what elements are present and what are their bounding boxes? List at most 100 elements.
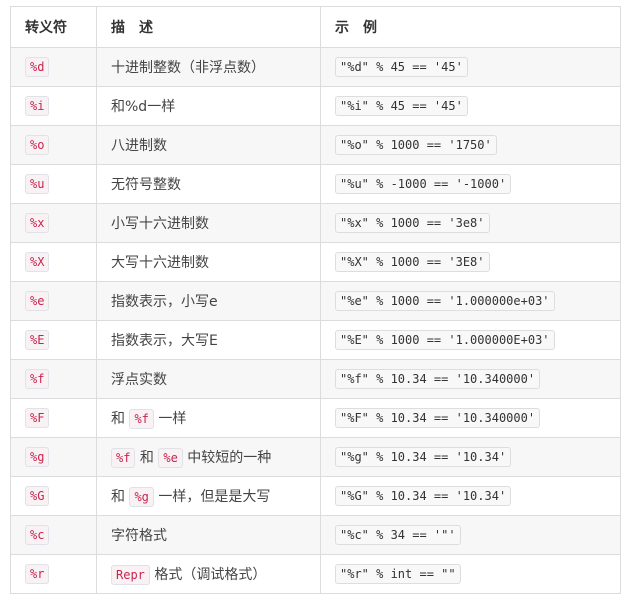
symbol-cell: %o bbox=[10, 125, 97, 165]
symbol-cell: %c bbox=[10, 515, 97, 555]
symbol-code: %E bbox=[25, 330, 50, 350]
description-cell: Repr 格式（调试格式） bbox=[96, 554, 321, 594]
description-cell: 和%d一样 bbox=[96, 86, 321, 126]
description-text: 格式（调试格式） bbox=[149, 567, 267, 583]
symbol-cell: %F bbox=[10, 398, 97, 438]
example-cell: "%g" % 10.34 == '10.34' bbox=[320, 437, 621, 477]
example-cell: "%r" % int == "" bbox=[320, 554, 621, 594]
symbol-code: %o bbox=[25, 135, 50, 155]
symbol-code: %e bbox=[25, 291, 50, 311]
example-cell: "%d" % 45 == '45' bbox=[320, 47, 621, 87]
description-text: 和 bbox=[135, 450, 159, 466]
table-row: %x 小写十六进制数 "%x" % 1000 == '3e8' bbox=[10, 203, 621, 243]
symbol-cell: %i bbox=[10, 86, 97, 126]
example-code: "%c" % 34 == '"' bbox=[335, 525, 461, 545]
description-text: 一样，但是是大写 bbox=[153, 489, 271, 505]
description-text: 十进制整数（非浮点数） bbox=[111, 60, 265, 76]
example-cell: "%f" % 10.34 == '10.340000' bbox=[320, 359, 621, 399]
description-cell: 和 %g 一样，但是是大写 bbox=[96, 476, 321, 516]
inline-code: %g bbox=[129, 487, 154, 507]
symbol-code: %d bbox=[25, 57, 50, 77]
table-row: %X 大写十六进制数 "%X" % 1000 == '3E8' bbox=[10, 242, 621, 282]
symbol-cell: %e bbox=[10, 281, 97, 321]
description-text: 和 bbox=[111, 489, 130, 505]
description-text: 指数表示，大写E bbox=[111, 333, 218, 349]
example-code: "%r" % int == "" bbox=[335, 564, 461, 584]
example-code: "%f" % 10.34 == '10.340000' bbox=[335, 369, 541, 389]
example-cell: "%G" % 10.34 == '10.34' bbox=[320, 476, 621, 516]
description-cell: 指数表示，小写e bbox=[96, 281, 321, 321]
description-text: 浮点实数 bbox=[111, 372, 167, 388]
symbol-code: %u bbox=[25, 174, 50, 194]
table-row: %c 字符格式 "%c" % 34 == '"' bbox=[10, 515, 621, 555]
table-row: %e 指数表示，小写e "%e" % 1000 == '1.000000e+03' bbox=[10, 281, 621, 321]
table-row: %o 八进制数 "%o" % 1000 == '1750' bbox=[10, 125, 621, 165]
description-text: 八进制数 bbox=[111, 138, 167, 154]
example-cell: "%o" % 1000 == '1750' bbox=[320, 125, 621, 165]
description-text: 小写十六进制数 bbox=[111, 216, 209, 232]
table-row: %f 浮点实数 "%f" % 10.34 == '10.340000' bbox=[10, 359, 621, 399]
header-description: 描 述 bbox=[96, 6, 321, 48]
description-cell: 无符号整数 bbox=[96, 164, 321, 204]
description-cell: 十进制整数（非浮点数） bbox=[96, 47, 321, 87]
description-text: 大写十六进制数 bbox=[111, 255, 209, 271]
example-code: "%e" % 1000 == '1.000000e+03' bbox=[335, 291, 555, 311]
description-cell: 指数表示，大写E bbox=[96, 320, 321, 360]
symbol-code: %i bbox=[25, 96, 50, 116]
table-row: %r Repr 格式（调试格式） "%r" % int == "" bbox=[10, 554, 621, 594]
table-row: %i 和%d一样 "%i" % 45 == '45' bbox=[10, 86, 621, 126]
description-cell: %f 和 %e 中较短的一种 bbox=[96, 437, 321, 477]
description-text: 无符号整数 bbox=[111, 177, 181, 193]
description-text: 中较短的一种 bbox=[182, 450, 272, 466]
example-cell: "%i" % 45 == '45' bbox=[320, 86, 621, 126]
inline-code: %f bbox=[111, 448, 136, 468]
description-cell: 和 %f 一样 bbox=[96, 398, 321, 438]
symbol-cell: %g bbox=[10, 437, 97, 477]
symbol-cell: %u bbox=[10, 164, 97, 204]
example-cell: "%u" % -1000 == '-1000' bbox=[320, 164, 621, 204]
symbol-cell: %X bbox=[10, 242, 97, 282]
table-row: %g %f 和 %e 中较短的一种 "%g" % 10.34 == '10.34' bbox=[10, 437, 621, 477]
example-code: "%g" % 10.34 == '10.34' bbox=[335, 447, 512, 467]
example-code: "%E" % 1000 == '1.000000E+03' bbox=[335, 330, 555, 350]
example-code: "%d" % 45 == '45' bbox=[335, 57, 468, 77]
example-code: "%X" % 1000 == '3E8' bbox=[335, 252, 490, 272]
symbol-code: %G bbox=[25, 486, 50, 506]
symbol-code: %x bbox=[25, 213, 50, 233]
table-row: %u 无符号整数 "%u" % -1000 == '-1000' bbox=[10, 164, 621, 204]
table-row: %E 指数表示，大写E "%E" % 1000 == '1.000000E+03' bbox=[10, 320, 621, 360]
description-text: 一样 bbox=[153, 411, 187, 427]
inline-code: Repr bbox=[111, 565, 150, 585]
example-cell: "%X" % 1000 == '3E8' bbox=[320, 242, 621, 282]
header-row: 转义符 描 述 示 例 bbox=[10, 6, 621, 48]
description-cell: 小写十六进制数 bbox=[96, 203, 321, 243]
symbol-cell: %f bbox=[10, 359, 97, 399]
symbol-code: %F bbox=[25, 408, 50, 428]
header-example: 示 例 bbox=[320, 6, 621, 48]
example-code: "%F" % 10.34 == '10.340000' bbox=[335, 408, 541, 428]
example-code: "%G" % 10.34 == '10.34' bbox=[335, 486, 512, 506]
table-row: %d 十进制整数（非浮点数） "%d" % 45 == '45' bbox=[10, 47, 621, 87]
example-cell: "%E" % 1000 == '1.000000E+03' bbox=[320, 320, 621, 360]
example-cell: "%x" % 1000 == '3e8' bbox=[320, 203, 621, 243]
description-cell: 浮点实数 bbox=[96, 359, 321, 399]
symbol-cell: %r bbox=[10, 554, 97, 594]
symbol-code: %X bbox=[25, 252, 50, 272]
example-code: "%o" % 1000 == '1750' bbox=[335, 135, 497, 155]
example-code: "%x" % 1000 == '3e8' bbox=[335, 213, 490, 233]
example-code: "%i" % 45 == '45' bbox=[335, 96, 468, 116]
format-specifier-table: 转义符 描 述 示 例 %d 十进制整数（非浮点数） "%d" % 45 == '4… bbox=[10, 6, 621, 594]
example-code: "%u" % -1000 == '-1000' bbox=[335, 174, 512, 194]
example-cell: "%e" % 1000 == '1.000000e+03' bbox=[320, 281, 621, 321]
table-row: %G 和 %g 一样，但是是大写 "%G" % 10.34 == '10.34' bbox=[10, 476, 621, 516]
symbol-cell: %x bbox=[10, 203, 97, 243]
description-cell: 八进制数 bbox=[96, 125, 321, 165]
header-symbol: 转义符 bbox=[10, 6, 97, 48]
symbol-code: %f bbox=[25, 369, 50, 389]
description-cell: 字符格式 bbox=[96, 515, 321, 555]
description-text: 和 bbox=[111, 411, 130, 427]
symbol-code: %c bbox=[25, 525, 50, 545]
table-body: %d 十进制整数（非浮点数） "%d" % 45 == '45' %i 和%d一样 "%i… bbox=[10, 47, 621, 594]
table-header: 转义符 描 述 示 例 bbox=[10, 6, 621, 48]
table-row: %F 和 %f 一样 "%F" % 10.34 == '10.340000' bbox=[10, 398, 621, 438]
